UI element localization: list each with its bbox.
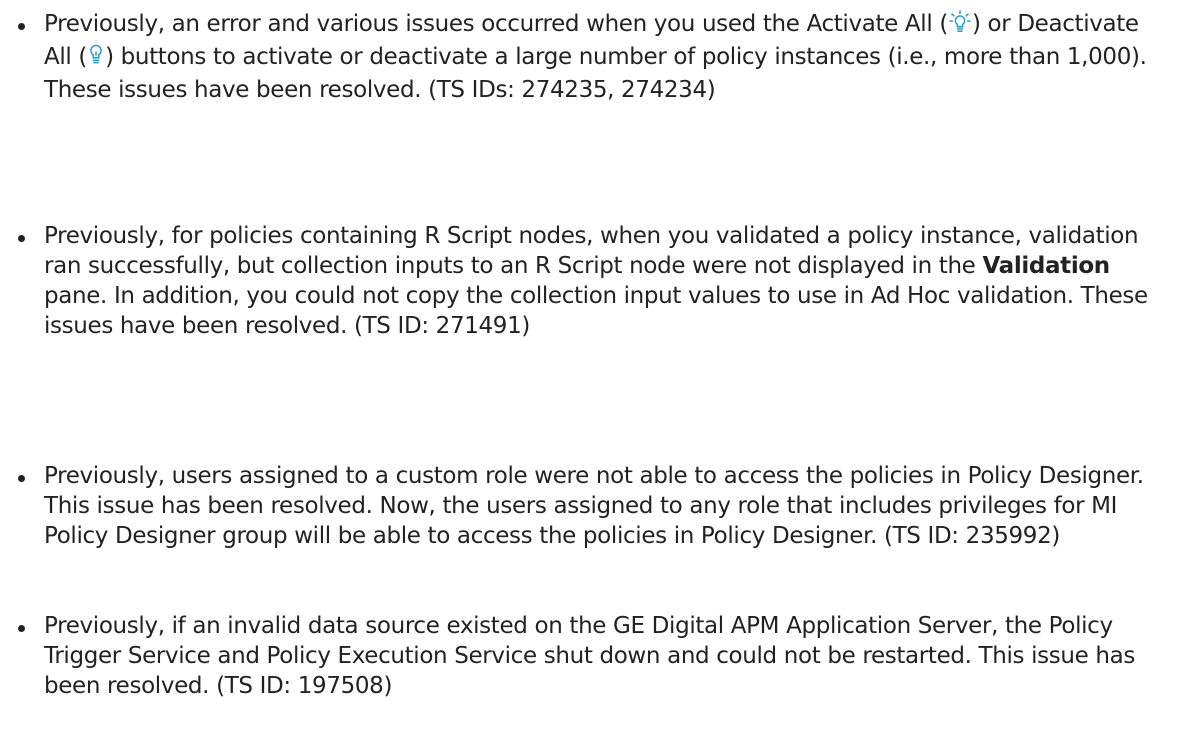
- note-text-part: ) buttons to activate or deactivate a la…: [44, 44, 1147, 103]
- validation-pane-label: Validation: [982, 253, 1110, 279]
- release-note-item: Previously, for policies containing R Sc…: [0, 221, 1178, 341]
- lightbulb-on-icon: [949, 10, 971, 42]
- release-note-item: Previously, users assigned to a custom r…: [0, 461, 1178, 551]
- note-text-part: Previously, for policies containing R Sc…: [44, 223, 1139, 279]
- release-note-item: Previously, if an invalid data source ex…: [0, 611, 1178, 701]
- note-text: Previously, if an invalid data source ex…: [44, 613, 1135, 699]
- note-text-part: Previously, an error and various issues …: [44, 11, 948, 37]
- lightbulb-off-icon: [88, 43, 104, 75]
- note-text-part: pane. In addition, you could not copy th…: [44, 283, 1148, 339]
- release-note-item: Previously, an error and various issues …: [0, 9, 1178, 105]
- note-text: Previously, users assigned to a custom r…: [44, 463, 1144, 549]
